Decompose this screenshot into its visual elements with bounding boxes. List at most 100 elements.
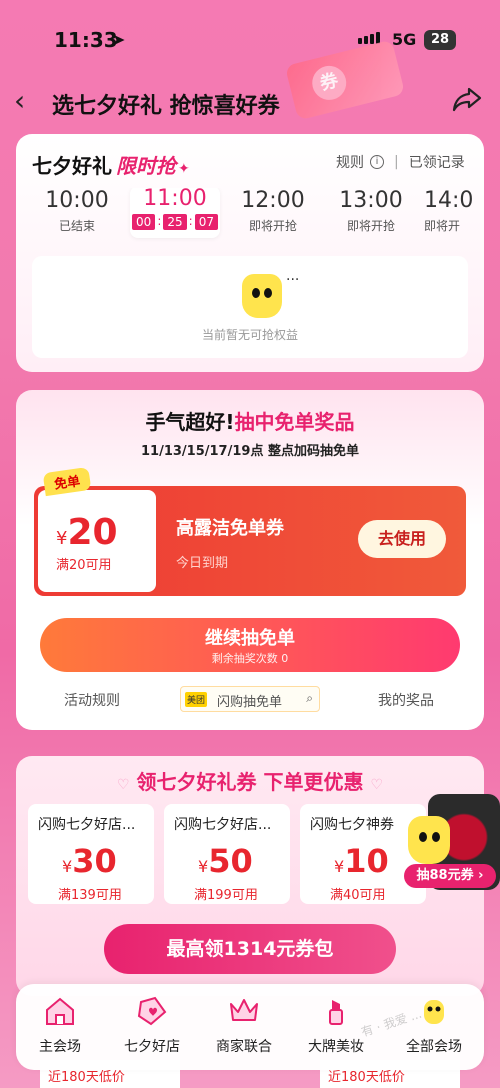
tab-label: 全部会场: [406, 1039, 462, 1055]
coupon-item[interactable]: 闪购七夕神券 ¥10 满40可用: [300, 804, 426, 904]
search-box[interactable]: 美团 闪购抽免单 ⌕: [180, 686, 320, 712]
coupon-item-amount: 10: [344, 842, 389, 880]
slot-status: 即将开抢: [346, 219, 395, 233]
coupon-item-price: ¥30: [62, 842, 117, 880]
heart-icon: ♡: [116, 777, 130, 793]
currency-symbol: ¥: [62, 857, 73, 876]
countdown-minutes: 25: [163, 214, 187, 230]
coupon-item-name: 闪购七夕好店...: [38, 817, 136, 833]
coupon-item[interactable]: 闪购七夕好店... ¥30 满139可用: [28, 804, 154, 904]
time-slot-active[interactable]: 11:00 00:25:07: [130, 188, 220, 238]
tab-good-stores[interactable]: 七夕好店: [108, 994, 196, 1056]
lottery-footer: 活动规则 美团 闪购抽免单 ⌕ 我的奖品: [16, 686, 484, 714]
info-icon[interactable]: i: [370, 155, 384, 169]
battery-indicator: 28: [424, 30, 456, 50]
tab-merchant-union[interactable]: 商家联合: [200, 994, 288, 1056]
coupon-item-condition: 满199可用: [194, 888, 258, 903]
time-slot[interactable]: 14:0 即将开: [424, 188, 484, 234]
slot-time: 11:00: [143, 188, 207, 211]
coupon-deco-label: 券: [308, 62, 350, 104]
status-time: 11:33: [54, 28, 118, 52]
slot-time: 13:00: [339, 188, 403, 213]
coupon-pack-heading: ♡ 领七夕好礼券 下单更优惠 ♡: [16, 766, 484, 795]
countdown-seconds: 07: [194, 214, 218, 230]
countdown-hours: 00: [132, 214, 156, 230]
search-icon[interactable]: ⌕: [306, 691, 313, 706]
share-icon[interactable]: [452, 86, 482, 112]
free-order-coupon[interactable]: ¥20 满20可用 高露洁免单券 今日到期 去使用: [34, 486, 466, 596]
coupon-item[interactable]: 闪购七夕好店... ¥50 满199可用: [164, 804, 290, 904]
page-title: 选七夕好礼 抢惊喜好券: [52, 94, 280, 119]
meituan-tag: 美团: [185, 692, 208, 707]
tab-label: 商家联合: [216, 1039, 272, 1055]
lipstick-icon: [329, 1000, 343, 1025]
bottom-tab-bar: 主会场 七夕好店 商家联合 大牌美妆 全部会场: [16, 984, 484, 1070]
flash-title-text: 七夕好礼: [32, 154, 112, 178]
my-prizes-link[interactable]: 我的奖品: [378, 690, 434, 710]
activity-rules-link[interactable]: 活动规则: [64, 690, 120, 710]
slot-time: 14:0: [424, 188, 474, 213]
tab-label: 七夕好店: [124, 1039, 180, 1055]
lottery-subtitle: 11/13/15/17/19点 整点加码抽免单: [141, 444, 359, 459]
draw-button-label: 继续抽免单: [205, 628, 295, 649]
coupon-item-price: ¥10: [334, 842, 389, 880]
flash-sale-title: 七夕好礼 限时抢 ✦: [32, 150, 190, 179]
tab-main-venue[interactable]: 主会场: [16, 994, 104, 1056]
coupon-item-condition: 满40可用: [330, 888, 386, 903]
countdown-timer: 00:25:07: [132, 214, 218, 230]
mascot-icon[interactable]: [408, 816, 450, 864]
lottery-card: 手气超好!抽中免单奖品 11/13/15/17/19点 整点加码抽免单 ¥20 …: [16, 390, 484, 730]
currency-symbol: ¥: [334, 857, 345, 876]
empty-state: ... 当前暂无可抢权益: [32, 256, 468, 358]
search-text: 闪购抽免单: [217, 695, 283, 710]
status-bar: 11:33 ➤ 5G 28: [0, 0, 500, 80]
time-slot[interactable]: 13:00 即将开抢: [326, 188, 416, 234]
continue-draw-button[interactable]: 继续抽免单 剩余抽奖次数 0: [40, 618, 460, 672]
ellipsis-icon: ...: [286, 268, 300, 284]
back-icon[interactable]: ‹: [14, 84, 25, 117]
network-type: 5G: [392, 30, 417, 49]
coupon-item-condition: 满139可用: [58, 888, 122, 903]
mascot-icon: [424, 1000, 444, 1024]
time-slot[interactable]: 10:00 已结束: [32, 188, 122, 234]
coupon-condition: 满20可用: [56, 558, 112, 573]
mascot-icon: [242, 274, 282, 318]
lottery-heading-b: 抽中免单奖品: [234, 410, 355, 434]
received-records-link[interactable]: 已领记录: [409, 152, 465, 172]
divider: |: [394, 154, 399, 170]
coupon-name: 高露洁免单券: [176, 518, 284, 539]
use-coupon-button[interactable]: 去使用: [358, 520, 446, 558]
coupon-pack-heading-text: 领七夕好礼券 下单更优惠: [136, 770, 364, 794]
tag-icon: [137, 996, 167, 1026]
heart-icon: ♡: [370, 777, 384, 793]
rules-link[interactable]: 规则: [336, 152, 364, 172]
lottery-heading: 手气超好!抽中免单奖品: [16, 406, 484, 435]
slot-status: 已结束: [58, 219, 95, 233]
claim-coupon-pack-button[interactable]: 最高领1314元券包: [104, 924, 396, 974]
flash-title-hot: 限时抢: [116, 154, 176, 178]
flash-sale-card: 七夕好礼 限时抢 ✦ 规则 i | 已领记录 10:00 已结束 11:00 00:…: [16, 134, 484, 372]
time-slot[interactable]: 12:00 即将开抢: [228, 188, 318, 234]
home-icon: [46, 997, 74, 1025]
coupon-item-price: ¥50: [198, 842, 253, 880]
lucky-draw-badge[interactable]: 抽88元券 ›: [404, 864, 496, 888]
location-arrow-icon: ➤: [112, 30, 126, 49]
slot-time: 12:00: [241, 188, 305, 213]
tab-label: 主会场: [39, 1039, 81, 1055]
empty-state-text: 当前暂无可抢权益: [201, 328, 298, 342]
rules-bar: 规则 i | 已领记录: [336, 152, 465, 172]
coupon-item-amount: 50: [208, 842, 253, 880]
slot-status: 即将开: [424, 219, 461, 233]
coupon-item-name: 闪购七夕神券: [310, 817, 394, 833]
coupon-amount: ¥20: [56, 512, 118, 553]
coupon-item-amount: 30: [72, 842, 117, 880]
sparkle-icon: ✦: [178, 161, 190, 177]
coupon-expiry: 今日到期: [176, 556, 229, 571]
time-slot-list: 10:00 已结束 11:00 00:25:07 12:00 即将开抢 13:0…: [16, 188, 484, 244]
slot-status: 即将开抢: [248, 219, 297, 233]
currency-symbol: ¥: [198, 857, 209, 876]
lottery-heading-a: 手气超好!: [145, 410, 235, 434]
coupon-item-name: 闪购七夕好店...: [174, 817, 272, 833]
slot-time: 10:00: [45, 188, 109, 213]
currency-symbol: ¥: [56, 528, 68, 549]
